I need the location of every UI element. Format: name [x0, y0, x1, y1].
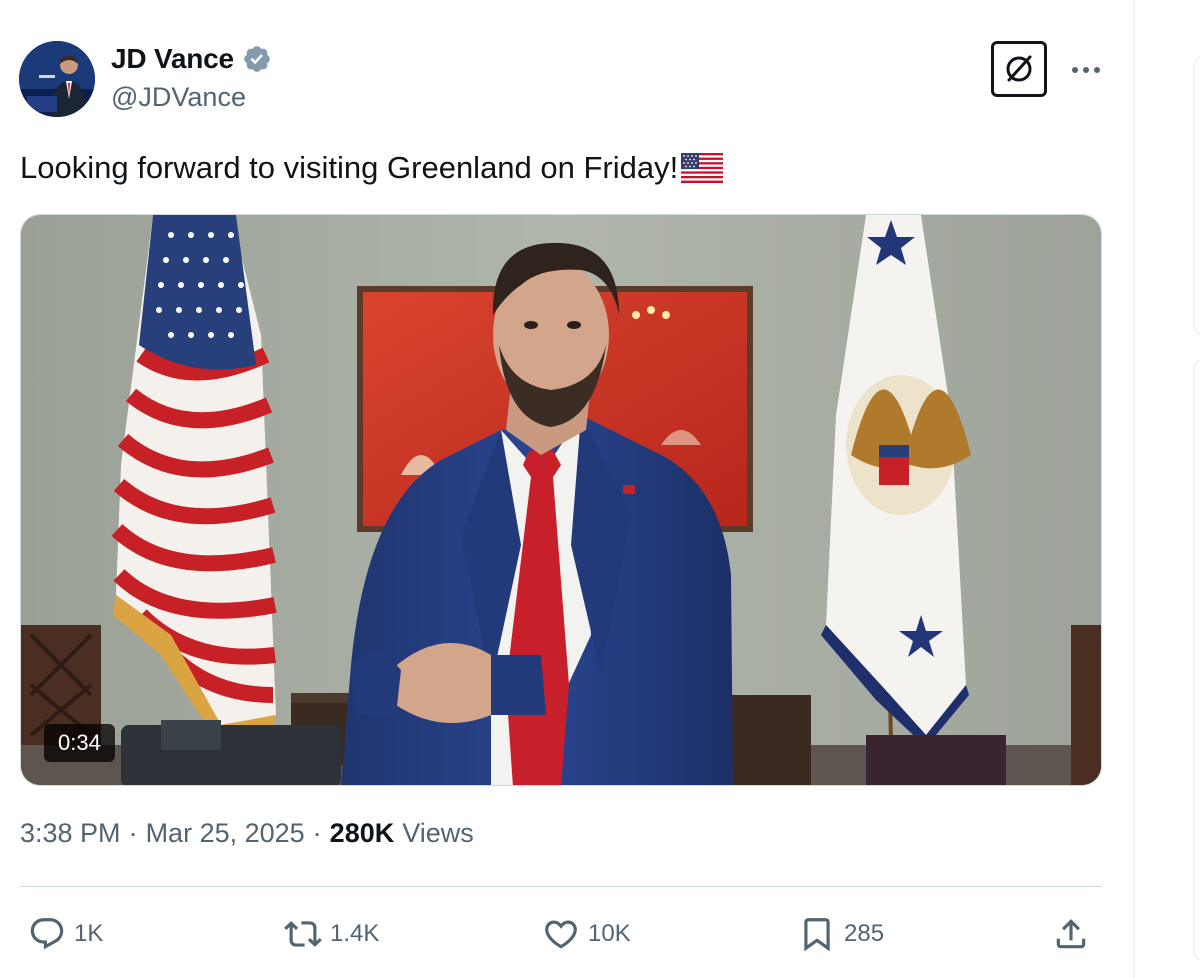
video-player[interactable]	[20, 214, 1102, 786]
verified-badge-icon	[244, 46, 270, 72]
author-name[interactable]: JD Vance	[111, 43, 234, 75]
reply-count: 1K	[74, 920, 104, 947]
avatar[interactable]	[19, 41, 95, 117]
bookmark-count: 285	[844, 920, 885, 947]
reply-icon	[30, 918, 64, 950]
divider	[20, 886, 1102, 887]
views-count: 280K	[329, 818, 395, 848]
author-handle[interactable]: @JDVance	[111, 82, 246, 113]
retweet-button[interactable]: 1.4K	[284, 912, 379, 956]
bookmark-button[interactable]: 285	[798, 912, 884, 956]
share-button[interactable]	[1052, 912, 1098, 956]
tweet-text: Looking forward to visiting Greenland on…	[20, 146, 724, 190]
tweet-meta: 3:38 PM · Mar 25, 2025 · 280K Views	[20, 818, 474, 849]
grok-icon	[1006, 55, 1032, 82]
share-icon	[1056, 919, 1086, 949]
tweet-time[interactable]: 3:38 PM	[20, 818, 121, 849]
bookmark-icon	[804, 918, 830, 952]
column-divider	[1133, 0, 1135, 978]
retweet-icon	[284, 921, 322, 947]
like-button[interactable]: 10K	[542, 912, 631, 956]
like-count: 10K	[588, 920, 631, 947]
sidebar-panel	[1193, 358, 1200, 962]
more-options-button[interactable]	[1066, 54, 1106, 86]
grok-button[interactable]	[991, 41, 1047, 97]
tweet-body: Looking forward to visiting Greenland on…	[20, 150, 679, 185]
author-name-row[interactable]: JD Vance	[111, 43, 272, 75]
retweet-count: 1.4K	[330, 920, 380, 947]
tweet-page: JD Vance @JDVance Looking forward to vis…	[0, 0, 1200, 978]
views-label: Views	[402, 818, 474, 848]
video-thumbnail	[21, 215, 1101, 785]
more-dots-icon	[1072, 67, 1100, 73]
meta-separator: ·	[312, 818, 322, 848]
video-duration-badge: 0:34	[44, 724, 115, 762]
sidebar-panel	[1193, 55, 1200, 337]
flag-usa-icon	[681, 153, 724, 183]
meta-separator: ·	[128, 818, 138, 848]
reply-button[interactable]: 1K	[28, 912, 103, 956]
heart-icon	[545, 920, 577, 949]
tweet-date[interactable]: Mar 25, 2025	[146, 818, 305, 849]
